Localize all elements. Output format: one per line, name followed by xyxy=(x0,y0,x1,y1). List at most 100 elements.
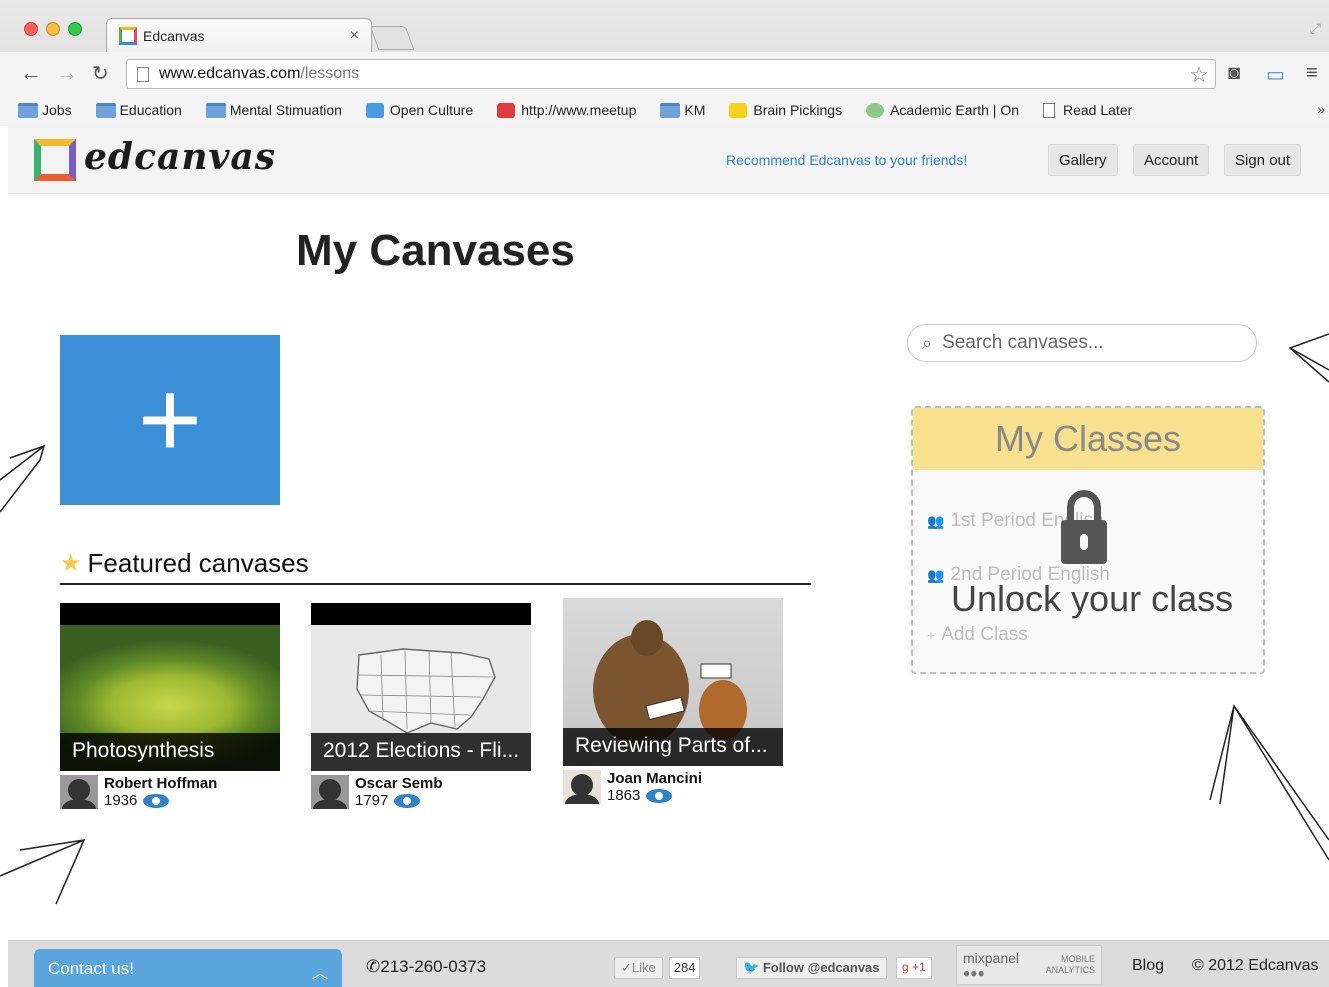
browser-chrome: Edcanvas × ⤢ ← → ↻ www.edcanvas.com/less… xyxy=(0,0,1329,126)
group-icon: 👥 xyxy=(927,566,945,583)
copyright: © 2012 Edcanvas xyxy=(1192,957,1319,974)
group-icon: 👥 xyxy=(927,512,945,529)
footer-bar: Contact us! ︿ ✆213-260-0373 ✓Like 284 🐦 … xyxy=(8,940,1329,987)
featured-canvas-card[interactable]: 2012 Elections - Fli... Oscar Semb 1797 xyxy=(311,603,531,809)
bookmark-education[interactable]: Education xyxy=(95,102,182,118)
add-class-row: + Add Class xyxy=(927,624,1028,646)
bookmark-label: Academic Earth | On xyxy=(890,102,1019,118)
phone-number: ✆213-260-0373 xyxy=(366,957,486,977)
chevron-up-icon: ︿ xyxy=(311,965,328,982)
tab-close-icon[interactable]: × xyxy=(350,27,359,45)
canvas-meta: Robert Hoffman 1936 xyxy=(60,775,280,809)
bookmark-star-icon[interactable]: ☆ xyxy=(1189,62,1209,88)
phone-value: 213-260-0373 xyxy=(380,957,487,976)
bookmark-brain-pickings[interactable]: Brain Pickings xyxy=(729,102,842,118)
url-host: www.edcanvas.com xyxy=(159,65,301,82)
view-count: 1936 xyxy=(104,792,217,809)
bookmark-jobs[interactable]: Jobs xyxy=(18,102,72,118)
blog-link[interactable]: Blog xyxy=(1132,957,1164,975)
more-bookmarks-icon[interactable]: » xyxy=(1317,101,1325,117)
bookmark-km[interactable]: KM xyxy=(660,102,705,118)
author-name[interactable]: Oscar Semb xyxy=(355,775,443,792)
page-icon xyxy=(1043,102,1055,118)
pocket-icon[interactable]: ◙ xyxy=(1228,62,1240,85)
browser-toolbar: ← → ↻ www.edcanvas.com/lessons ☆ ◙ ▭ ≡ xyxy=(0,52,1329,94)
bookmark-label: Open Culture xyxy=(389,102,474,118)
contact-label: Contact us! xyxy=(48,959,134,978)
bookmark-mental-stimuation[interactable]: Mental Stimuation xyxy=(205,102,342,118)
featured-canvas-card[interactable]: Reviewing Parts of... Joan Mancini 1863 xyxy=(563,598,783,804)
back-arrow-icon[interactable]: ← xyxy=(20,60,42,86)
view-count-value: 1797 xyxy=(355,792,389,809)
follow-label: Follow @edcanvas xyxy=(762,960,880,975)
canvas-thumbnail[interactable]: Photosynthesis xyxy=(60,603,280,771)
facebook-like: ✓Like 284 xyxy=(614,957,701,979)
canvas-thumbnail[interactable]: 2012 Elections - Fli... xyxy=(311,603,531,771)
canvas-title: Photosynthesis xyxy=(60,733,280,771)
add-class-label: Add Class xyxy=(941,624,1028,645)
featured-header: ★ Featured canvases xyxy=(60,548,811,585)
gallery-button[interactable]: Gallery xyxy=(1048,144,1118,176)
my-classes-panel[interactable]: My Classes 👥 1st Period English 👥 2nd Peri… xyxy=(911,406,1265,674)
bookmark-read-later[interactable]: Read Later xyxy=(1043,102,1132,118)
edcanvas-logo-icon[interactable] xyxy=(34,139,76,181)
folder-icon xyxy=(660,102,681,118)
like-button[interactable]: ✓Like xyxy=(614,957,663,979)
canvas-thumbnail[interactable]: Reviewing Parts of... xyxy=(563,598,783,766)
new-canvas-button[interactable]: + xyxy=(60,335,280,505)
window-controls xyxy=(24,22,82,36)
sign-out-button[interactable]: Sign out xyxy=(1224,144,1302,176)
canvas-meta: Joan Mancini 1863 xyxy=(563,770,783,804)
contact-us-button[interactable]: Contact us! ︿ xyxy=(34,949,342,987)
recommend-link[interactable]: Recommend Edcanvas to your friends! xyxy=(726,152,967,168)
mixpanel-sub: MOBILE ANALYTICS xyxy=(1046,954,1095,976)
author-name[interactable]: Joan Mancini xyxy=(607,770,702,787)
plus-icon: + xyxy=(927,627,936,643)
search-icon: ⌕ xyxy=(922,332,933,353)
search-input[interactable] xyxy=(942,332,1223,354)
twitter-bird-icon: 🐦 xyxy=(743,960,760,975)
avatar[interactable] xyxy=(311,775,349,809)
new-tab-button[interactable] xyxy=(369,26,415,50)
bookmark-label: Brain Pickings xyxy=(753,102,843,118)
star-icon: ★ xyxy=(60,550,82,577)
featured-canvas-card[interactable]: Photosynthesis Robert Hoffman 1936 xyxy=(60,603,280,809)
tab-title: Edcanvas xyxy=(143,27,205,44)
screen-capture-icon[interactable]: ▭ xyxy=(1266,62,1285,87)
lock-icon xyxy=(1061,490,1111,564)
arrow-doodle-right-bottom xyxy=(1209,704,1329,861)
view-count: 1797 xyxy=(355,792,443,809)
minimize-window-button[interactable] xyxy=(46,22,60,36)
reload-icon[interactable]: ↻ xyxy=(92,61,109,86)
browser-tab[interactable]: Edcanvas × xyxy=(106,18,372,52)
account-button[interactable]: Account xyxy=(1133,144,1210,176)
zoom-window-button[interactable] xyxy=(68,22,82,36)
fullscreen-icon[interactable]: ⤢ xyxy=(1310,20,1321,37)
like-count: 284 xyxy=(668,957,701,979)
phone-icon: ✆ xyxy=(366,957,381,976)
arrow-doodle-left-bottom xyxy=(0,838,86,905)
avatar[interactable] xyxy=(563,770,601,804)
site-header: edcanvas Recommend Edcanvas to your frie… xyxy=(8,126,1329,194)
featured-title: Featured canvases xyxy=(87,548,309,578)
google-plus-button[interactable]: g +1 xyxy=(896,957,932,979)
close-window-button[interactable] xyxy=(24,22,38,36)
bookmark-academic-earth[interactable]: Academic Earth | On xyxy=(866,102,1019,118)
menu-icon[interactable]: ≡ xyxy=(1306,62,1318,85)
bookmark-open-culture[interactable]: Open Culture xyxy=(365,102,474,118)
avatar[interactable] xyxy=(60,775,98,809)
author-name[interactable]: Robert Hoffman xyxy=(104,775,217,792)
mixpanel-badge[interactable]: mixpanel ●●● MOBILE ANALYTICS xyxy=(956,945,1102,985)
folder-icon xyxy=(205,102,226,118)
twitter-follow-button[interactable]: 🐦 Follow @edcanvas xyxy=(736,957,887,979)
folder-icon xyxy=(18,102,38,118)
eye-icon xyxy=(394,793,421,808)
bookmark-label: http://www.meetup xyxy=(521,102,637,118)
view-count: 1863 xyxy=(607,787,702,804)
address-bar[interactable]: www.edcanvas.com/lessons ☆ xyxy=(126,59,1216,89)
logo-text[interactable]: edcanvas xyxy=(84,136,276,178)
mixpanel-sub2: ANALYTICS xyxy=(1045,964,1095,975)
bookmark-label: Read Later xyxy=(1063,102,1133,118)
forward-arrow-icon[interactable]: → xyxy=(56,60,78,86)
bookmark-meetup[interactable]: http://www.meetup xyxy=(497,102,636,118)
